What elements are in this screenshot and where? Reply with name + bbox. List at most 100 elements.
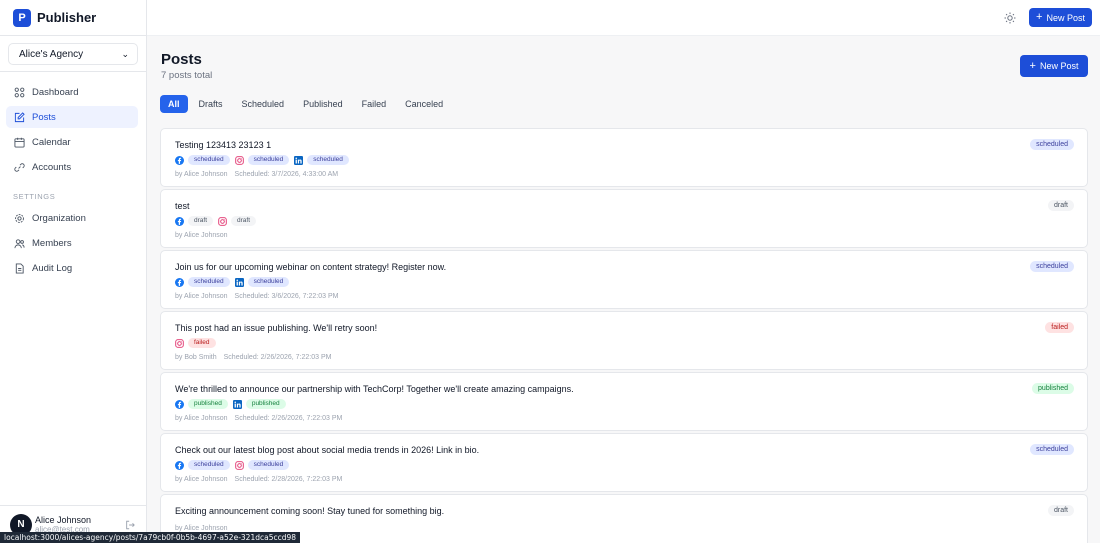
tab-published[interactable]: Published xyxy=(295,95,351,113)
post-author: by Bob Smith xyxy=(175,354,217,361)
post-card[interactable]: Join us for our upcoming webinar on cont… xyxy=(160,250,1088,309)
post-scheduled-time: Scheduled: 3/6/2026, 7:22:03 PM xyxy=(234,293,339,300)
linkedin-icon xyxy=(234,277,244,287)
post-status-badge: failed xyxy=(1045,322,1074,333)
post-title: Check out our latest blog post about soc… xyxy=(175,445,480,455)
user-name: Alice Johnson xyxy=(35,514,92,525)
post-scheduled-time: Scheduled: 2/26/2026, 7:22:03 PM xyxy=(223,354,332,361)
post-title: Testing 123413 23123 1 xyxy=(175,140,272,150)
channel-status-badge: scheduled xyxy=(247,155,290,165)
tab-drafts[interactable]: Drafts xyxy=(191,95,231,113)
post-channels: failed xyxy=(175,338,221,348)
sidebar-item-posts[interactable]: Posts xyxy=(6,106,138,128)
channel-facebook: scheduled xyxy=(175,277,230,287)
tab-canceled[interactable]: Canceled xyxy=(397,95,451,113)
post-card[interactable]: test draft draft draft by Alice Johnson xyxy=(160,189,1088,248)
facebook-icon xyxy=(175,277,184,287)
post-meta: by Bob Smith Scheduled: 2/26/2026, 7:22:0… xyxy=(175,354,331,361)
post-meta: by Alice Johnson xyxy=(175,232,228,239)
topbar-new-post-button[interactable]: + New Post xyxy=(1029,8,1092,27)
sidebar-item-audit-log[interactable]: Audit Log xyxy=(6,257,138,279)
link-icon xyxy=(13,161,25,173)
post-scheduled-time: Scheduled: 2/26/2026, 7:22:03 PM xyxy=(234,415,343,422)
new-post-button[interactable]: + New Post xyxy=(1020,55,1088,77)
instagram-icon xyxy=(218,216,227,226)
post-title: Join us for our upcoming webinar on cont… xyxy=(175,262,447,272)
channel-status-badge: failed xyxy=(188,338,216,348)
post-card[interactable]: Testing 123413 23123 1 scheduled scheduled… xyxy=(160,128,1088,187)
channel-status-badge: draft xyxy=(231,216,257,226)
brand[interactable]: P Publisher xyxy=(0,0,146,36)
post-status-badge: scheduled xyxy=(1030,261,1074,272)
post-title: We're thrilled to announce our partnersh… xyxy=(175,384,574,394)
post-title: Exciting announcement coming soon! Stay … xyxy=(175,506,445,516)
logout-icon[interactable] xyxy=(125,520,135,530)
post-status-badge: scheduled xyxy=(1030,139,1074,150)
plus-icon: + xyxy=(1029,59,1036,72)
post-card[interactable]: We're thrilled to announce our partnersh… xyxy=(160,372,1088,431)
sidebar: P Publisher Alice's Agency ⌄ Dashboard Po… xyxy=(0,0,147,543)
post-author: by Alice Johnson xyxy=(175,232,228,239)
instagram-icon xyxy=(175,338,184,348)
post-card[interactable]: This post had an issue publishing. We'll… xyxy=(160,311,1088,370)
brand-logo: P xyxy=(13,8,31,27)
sidebar-item-label: Calendar xyxy=(32,136,71,148)
settings-section-label: SETTINGS xyxy=(13,192,56,201)
channel-status-badge: draft xyxy=(188,216,214,226)
channel-facebook: scheduled xyxy=(175,155,230,165)
tab-all[interactable]: All xyxy=(160,95,188,113)
main-nav: Dashboard Posts Calendar Accounts xyxy=(0,72,146,178)
sidebar-item-dashboard[interactable]: Dashboard xyxy=(6,81,138,103)
facebook-icon xyxy=(175,460,184,470)
post-channels: scheduled scheduled scheduled xyxy=(175,155,354,165)
new-post-label: New Post xyxy=(1039,61,1079,71)
theme-toggle-sun-icon[interactable] xyxy=(1004,12,1016,24)
facebook-icon xyxy=(175,155,184,165)
sidebar-item-members[interactable]: Members xyxy=(6,232,138,254)
sidebar-item-calendar[interactable]: Calendar xyxy=(6,131,138,153)
post-author: by Alice Johnson xyxy=(175,293,228,300)
linkedin-icon xyxy=(232,399,242,409)
settings-nav: Organization Members Audit Log xyxy=(0,207,146,279)
post-channels: scheduled scheduled xyxy=(175,277,294,287)
post-meta: by Alice Johnson Scheduled: 2/28/2026, 7:… xyxy=(175,476,342,483)
browser-status-url: localhost:3000/alices-agency/posts/7a79c… xyxy=(0,532,301,543)
plus-icon: + xyxy=(1036,11,1043,23)
channel-linkedin: scheduled xyxy=(294,155,349,165)
post-meta: by Alice Johnson xyxy=(175,525,228,532)
channel-status-badge: scheduled xyxy=(188,277,230,287)
gear-icon xyxy=(13,212,25,224)
channel-instagram: scheduled xyxy=(234,460,290,470)
post-status-badge: draft xyxy=(1047,505,1074,516)
post-status-badge: draft xyxy=(1047,200,1074,211)
org-switcher[interactable]: Alice's Agency ⌄ xyxy=(8,43,138,65)
post-meta: by Alice Johnson Scheduled: 3/7/2026, 4:3… xyxy=(175,171,338,178)
channel-facebook: draft xyxy=(175,216,214,226)
channel-status-badge: scheduled xyxy=(188,460,230,470)
chevron-down-icon: ⌄ xyxy=(121,48,129,59)
users-icon xyxy=(13,237,25,249)
sidebar-item-organization[interactable]: Organization xyxy=(6,207,138,229)
post-card[interactable]: Check out our latest blog post about soc… xyxy=(160,433,1088,492)
post-author: by Alice Johnson xyxy=(175,415,228,422)
tab-failed[interactable]: Failed xyxy=(354,95,395,113)
topbar: + New Post xyxy=(147,0,1100,36)
post-scheduled-time: Scheduled: 2/28/2026, 7:22:03 PM xyxy=(234,476,343,483)
sidebar-item-label: Members xyxy=(32,237,72,249)
sidebar-item-label: Posts xyxy=(32,111,56,123)
linkedin-icon xyxy=(294,155,304,165)
channel-instagram: scheduled xyxy=(234,155,290,165)
post-title: test xyxy=(175,201,190,211)
document-icon xyxy=(13,262,25,274)
brand-name: Publisher xyxy=(37,10,97,25)
channel-facebook: scheduled xyxy=(175,460,230,470)
channel-facebook: published xyxy=(175,399,228,409)
post-channels: draft draft xyxy=(175,216,261,226)
post-title: This post had an issue publishing. We'll… xyxy=(175,323,378,333)
tab-scheduled[interactable]: Scheduled xyxy=(234,95,293,113)
channel-status-badge: scheduled xyxy=(247,460,290,470)
facebook-icon xyxy=(175,399,184,409)
post-meta: by Alice Johnson Scheduled: 3/6/2026, 7:2… xyxy=(175,293,338,300)
post-meta: by Alice Johnson Scheduled: 2/26/2026, 7:… xyxy=(175,415,342,422)
sidebar-item-accounts[interactable]: Accounts xyxy=(6,156,138,178)
